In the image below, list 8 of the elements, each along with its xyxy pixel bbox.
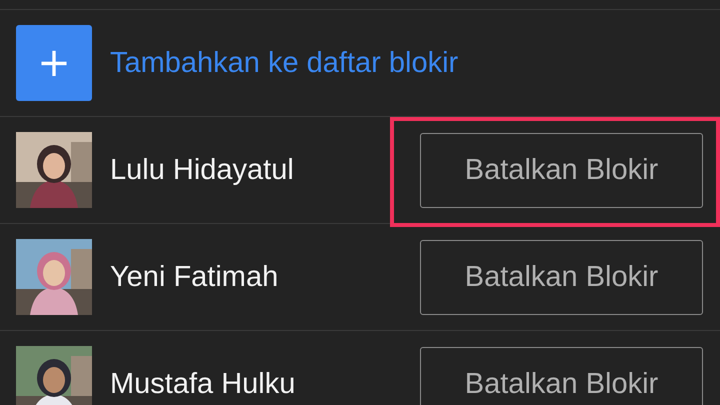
- unblock-button[interactable]: Batalkan Blokir: [420, 346, 703, 405]
- unblock-button[interactable]: Batalkan Blokir: [420, 240, 703, 314]
- user-name: Lulu Hidayatul: [110, 154, 295, 186]
- add-to-blocklist-link[interactable]: Tambahkan ke daftar blokir: [110, 46, 458, 80]
- user-name: Mustafa Hulku: [110, 368, 296, 400]
- user-name: Yeni Fatimah: [110, 260, 280, 294]
- unblock-button[interactable]: Batalkan Blokir: [420, 132, 703, 208]
- add-button[interactable]: +: [16, 25, 92, 101]
